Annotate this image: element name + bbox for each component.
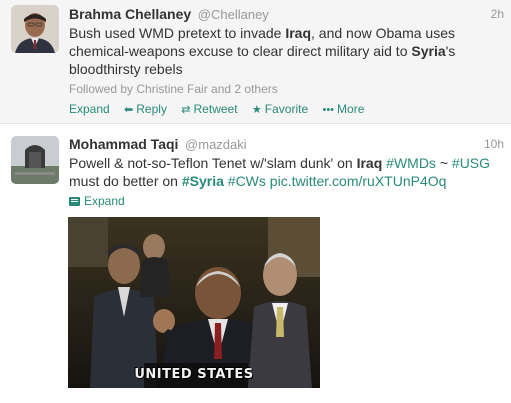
reply-label: Reply xyxy=(136,102,167,116)
tweet-header: Mohammad Taqi @mazdaki 10h xyxy=(69,135,505,153)
tweet-text: Powell & not-so-Teflon Tenet w/'slam dun… xyxy=(69,154,505,190)
highlight-keyword: Iraq xyxy=(356,155,383,171)
hashtag-link[interactable]: #CWs xyxy=(228,173,266,189)
hashtag-link[interactable]: #Syria xyxy=(182,173,224,189)
expand-label: Expand xyxy=(84,194,125,208)
star-icon: ★ xyxy=(251,104,262,116)
highlight-keyword: Iraq xyxy=(285,25,312,41)
text-segment: ~ xyxy=(435,155,452,171)
hashtag-link[interactable]: #WMDs xyxy=(386,155,436,171)
tweet-text: Bush used WMD pretext to invade Iraq, an… xyxy=(69,24,505,78)
retweet-icon: ⇄ xyxy=(181,104,191,116)
retweet-button[interactable]: ⇄ Retweet xyxy=(181,100,237,119)
text-segment: must do better on xyxy=(69,173,182,189)
tweet-timestamp[interactable]: 2h xyxy=(491,5,504,23)
text-segment: Powell & not-so-Teflon Tenet w/'slam dun… xyxy=(69,155,357,171)
text-segment: Bush used WMD pretext to invade xyxy=(69,25,286,41)
photo-scene xyxy=(68,217,320,388)
favorite-label: Favorite xyxy=(264,102,309,116)
avatar[interactable] xyxy=(11,5,59,53)
reply-arrow-icon: ⬅ xyxy=(124,104,134,116)
hashtag-keyword: #Syria xyxy=(181,173,224,189)
tweet-actions: Expand ⬅ Reply ⇄ Retweet ★ Favorite ••• More xyxy=(69,100,505,118)
author-fullname[interactable]: Mohammad Taqi xyxy=(69,136,178,152)
author-username[interactable]: @Chellaney xyxy=(198,7,269,22)
more-dots-icon: ••• xyxy=(322,104,335,116)
more-button[interactable]: ••• More xyxy=(322,100,364,119)
favorite-button[interactable]: ★ Favorite xyxy=(252,100,308,119)
media-card-icon xyxy=(69,197,80,206)
highlight-keyword: Syria xyxy=(411,43,446,59)
tweet-header: Brahma Chellaney @Chellaney 2h xyxy=(69,5,505,23)
followed-by-context[interactable]: Followed by Christine Fair and 2 others xyxy=(69,81,505,97)
tweet-item[interactable]: Brahma Chellaney @Chellaney 2h Bush used… xyxy=(0,0,511,124)
pic-link[interactable]: pic.twitter.com/ruXTUnP4Oq xyxy=(270,173,447,189)
photo-caption: UNITED STATES xyxy=(134,367,254,382)
author-fullname[interactable]: Brahma Chellaney xyxy=(69,6,191,22)
media-photo[interactable]: UNITED STATES xyxy=(68,217,320,388)
reply-button[interactable]: ⬅ Reply xyxy=(124,100,167,119)
tweet-item[interactable]: Mohammad Taqi @mazdaki 10h Powell & not-… xyxy=(0,124,511,403)
expand-button[interactable]: Expand xyxy=(69,100,110,118)
tweet-timestamp[interactable]: 10h xyxy=(484,135,504,153)
hashtag-link[interactable]: #USG xyxy=(452,155,490,171)
retweet-label: Retweet xyxy=(193,102,238,116)
author-username[interactable]: @mazdaki xyxy=(185,137,247,152)
avatar[interactable] xyxy=(11,136,59,184)
expand-label: Expand xyxy=(69,102,110,116)
more-label: More xyxy=(337,102,365,116)
expand-button[interactable]: Expand xyxy=(69,193,505,209)
